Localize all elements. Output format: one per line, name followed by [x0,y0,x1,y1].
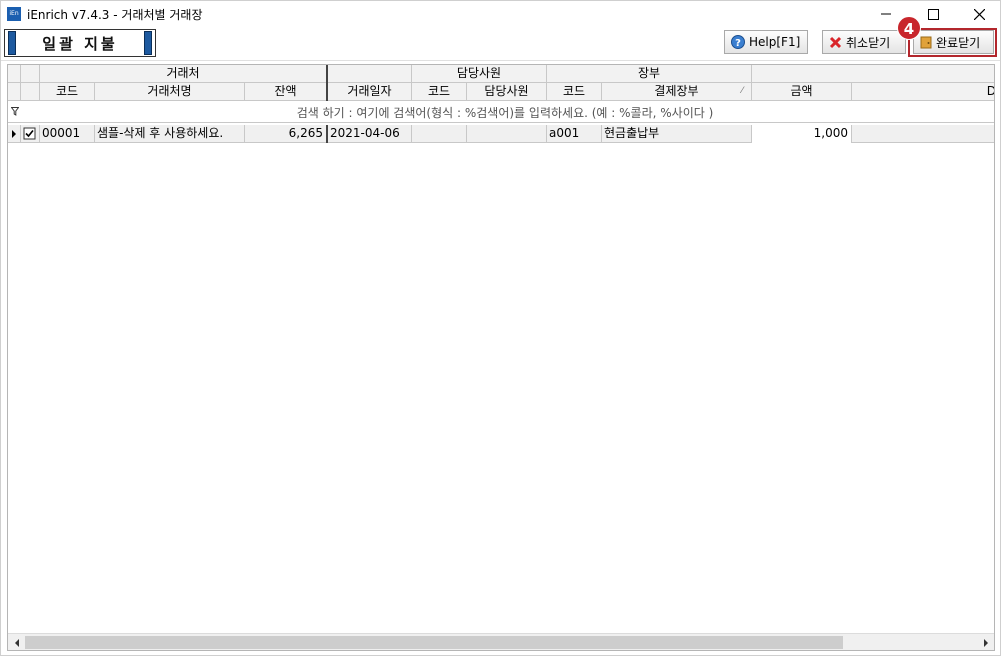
scroll-right-button[interactable] [977,634,994,650]
corner-cell [8,65,21,83]
scroll-left-button[interactable] [8,634,25,650]
close-icon [973,8,985,20]
ledger-grid[interactable]: 거래처 담당사원 장부 코드 거래처명 잔액 거래일자 코드 담당사원 코드 결… [7,64,995,651]
cell-trade-date[interactable]: 2021-04-06 [328,125,412,143]
group-empty-date [328,65,412,83]
horizontal-scrollbar[interactable] [8,633,994,650]
window-title: iEnrich v7.4.3 - 거래처별 거래장 [27,8,203,22]
col-staff-code[interactable]: 코드 [412,83,467,101]
help-label: Help[F1] [749,35,801,49]
col-next[interactable]: D [852,83,994,101]
col-trade-date[interactable]: 거래일자 [328,83,412,101]
sort-indicator-icon: ⁄ [741,86,743,96]
group-header-row: 거래처 담당사원 장부 [8,65,994,83]
col-payment-ledger-label: 결제장부 [654,84,699,98]
svg-text:?: ? [735,38,741,49]
arrow-left-icon [14,638,19,647]
col-client-name[interactable]: 거래처명 [95,83,245,101]
corner-cell-2 [8,83,21,101]
col-payment-ledger[interactable]: 결제장부 ⁄ [602,83,752,101]
bulk-payment-button[interactable]: 일괄 지불 [4,29,156,57]
cell-staff-name[interactable] [467,125,547,143]
col-amount[interactable]: 금액 [752,83,852,101]
app-icon: iEn [7,7,21,21]
maximize-icon [927,8,939,20]
group-ledger: 장부 [547,65,752,83]
filter-funnel-icon [11,107,19,116]
col-staff-name[interactable]: 담당사원 [467,83,547,101]
done-close-label: 완료닫기 [936,35,981,50]
button-left-decoration [8,31,16,55]
cell-client-name[interactable]: 샘플-삭제 후 사용하세요. [95,125,245,143]
group-empty-rest [752,65,994,83]
step-badge: 4 [897,16,921,40]
checkmark-icon [23,127,36,140]
cancel-close-button[interactable]: 취소닫기 [822,30,906,54]
bulk-payment-label: 일괄 지불 [42,34,118,53]
column-header-row: 코드 거래처명 잔액 거래일자 코드 담당사원 코드 결제장부 ⁄ 금액 D [8,83,994,101]
title-bar: iEn iEnrich v7.4.3 - 거래처별 거래장 [1,1,1000,27]
group-client: 거래처 [40,65,328,83]
cell-payment-ledger[interactable]: 현금출납부 [602,125,752,143]
col-client-code[interactable]: 코드 [40,83,95,101]
cell-amount[interactable]: 1,000 [752,125,852,143]
cell-staff-code[interactable] [412,125,467,143]
col-balance[interactable]: 잔액 [245,83,328,101]
cell-ledger-code[interactable]: a001 [547,125,602,143]
scroll-thumb[interactable] [25,636,843,649]
filter-hint: 검색 하기 : 여기에 검색어(형식 : %검색어)를 입력하세요. (예 : … [296,106,714,120]
cell-next[interactable] [852,125,994,143]
door-icon [920,36,932,49]
red-x-icon [829,36,842,49]
arrow-right-icon [983,638,988,647]
cell-balance[interactable]: 6,265 [245,125,328,143]
help-button[interactable]: ? Help[F1] [724,30,808,54]
check-header-cell [21,65,40,83]
done-close-button[interactable]: 완료닫기 [913,30,994,54]
row-checkbox[interactable] [21,125,40,143]
minimize-icon [881,13,891,15]
table-row[interactable]: 00001 샘플-삭제 후 사용하세요. 6,265 2021-04-06 a0… [8,125,994,143]
app-window: iEn iEnrich v7.4.3 - 거래처별 거래장 일괄 지불 ? He… [0,0,1001,656]
help-icon: ? [731,35,745,49]
check-header-cell-2 [21,83,40,101]
cell-client-code[interactable]: 00001 [40,125,95,143]
filter-row[interactable]: 검색 하기 : 여기에 검색어(형식 : %검색어)를 입력하세요. (예 : … [8,101,994,123]
button-right-decoration [144,31,152,55]
row-pointer-icon [12,130,16,138]
cancel-close-label: 취소닫기 [846,35,891,50]
row-indicator-cell [8,125,21,143]
toolbar: 일괄 지불 ? Help[F1] 취소닫기 완료닫기 [1,27,1000,61]
col-ledger-code[interactable]: 코드 [547,83,602,101]
close-window-button[interactable] [956,1,1001,27]
group-staff: 담당사원 [412,65,547,83]
